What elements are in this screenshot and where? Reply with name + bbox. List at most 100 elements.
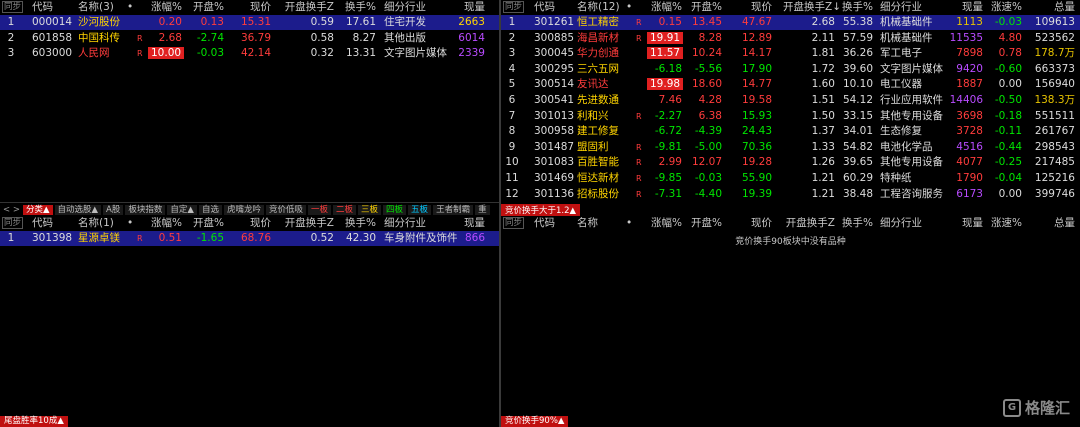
table-row[interactable]: 2 300885 海昌新材 R 19.91 8.28 12.89 2.11 57.59 机械基础件…: [501, 31, 1080, 46]
table-row[interactable]: 3 603000 人民网 R 10.00 -0.03 42.14 0.32 13.31 文字图片媒…: [0, 46, 499, 61]
cell-total: 109613: [1034, 16, 1075, 28]
cell-industry: 其他专用设备: [880, 109, 943, 122]
table-row[interactable]: 1 000014 沙河股份 0.20 0.13 15.31 0.59 17.61 住宅开发 266…: [0, 15, 499, 30]
cell-industry: 机械基础件: [880, 31, 933, 44]
table-row[interactable]: 4 300295 三六五网 -6.18 -5.56 17.90 1.72 39.60 文字图片媒…: [501, 62, 1080, 77]
footer-tab[interactable]: 尾盘胜率10成▲: [0, 416, 68, 427]
tab-item[interactable]: 虎嘴龙吟: [223, 204, 264, 215]
logo-icon: G: [1002, 398, 1021, 417]
column-header[interactable]: 换手%: [839, 216, 873, 231]
column-header[interactable]: 换手%: [338, 216, 376, 231]
r-badge: R: [137, 33, 143, 43]
column-header[interactable]: 名称(12): [577, 0, 620, 15]
tab-item[interactable]: 自动选股▲: [54, 204, 102, 215]
column-header[interactable]: 代码: [534, 216, 555, 231]
column-header[interactable]: 代码: [32, 0, 53, 15]
tab-item[interactable]: 自定▲: [167, 204, 197, 215]
table-row[interactable]: 1 301261 恒工精密 R 0.15 13.45 47.67 2.68 55.38 机械基础件…: [501, 15, 1080, 30]
table-header: 代码 名称 • 涨幅% 开盘% 现价 开盘换手Z 换手% 细分行业 现量 涨速% 总量: [501, 216, 1080, 230]
column-header[interactable]: 涨速%: [987, 0, 1022, 15]
column-header[interactable]: 开盘换手Z↓: [783, 0, 841, 15]
column-header[interactable]: 开盘%: [684, 216, 722, 231]
tab-item[interactable]: 三板: [358, 204, 382, 215]
column-header[interactable]: 开盘换手Z: [280, 216, 334, 231]
column-header[interactable]: 现量: [949, 216, 983, 231]
column-header[interactable]: 现量: [949, 0, 983, 15]
cell-industry: 机械基础件: [880, 16, 933, 28]
column-header[interactable]: 开盘换手Z: [280, 0, 334, 15]
tab-item[interactable]: 自选: [198, 204, 222, 215]
column-header[interactable]: •: [626, 216, 632, 231]
column-header[interactable]: 现量: [455, 0, 485, 15]
table-row[interactable]: 3 300045 华力创通 11.57 10.24 14.17 1.81 36.26 军工电子 7…: [501, 46, 1080, 61]
column-header[interactable]: 换手%: [338, 0, 376, 15]
column-header[interactable]: 代码: [32, 216, 53, 231]
tab-item[interactable]: 一板: [307, 204, 331, 215]
column-header[interactable]: 总量: [1026, 216, 1075, 231]
column-header[interactable]: 涨幅%: [148, 216, 182, 231]
cell-speed: -0.60: [994, 62, 1022, 75]
cell-speed: 0.00: [998, 187, 1022, 200]
column-header[interactable]: 开盘换手Z: [783, 216, 835, 231]
column-header[interactable]: 开盘%: [684, 0, 722, 15]
column-header[interactable]: 涨幅%: [647, 216, 682, 231]
column-header[interactable]: 细分行业: [384, 0, 426, 15]
column-header[interactable]: 细分行业: [880, 0, 922, 15]
cell-name: 沙河股份: [78, 16, 120, 28]
r-badge: R: [636, 111, 642, 121]
table-row[interactable]: 6 300541 先进数通 7.46 4.28 19.58 1.51 54.12 行业应用软件 1…: [501, 93, 1080, 108]
column-header[interactable]: 现价: [228, 216, 271, 231]
cell-open: -0.03: [694, 172, 722, 184]
column-header[interactable]: •: [127, 216, 133, 231]
tab-item[interactable]: A股: [103, 204, 124, 215]
column-header[interactable]: •: [127, 0, 133, 15]
tab-item[interactable]: 五板: [408, 204, 432, 215]
cell-code: 301136: [534, 187, 575, 200]
cell-volume: 7898: [956, 47, 983, 60]
table-row[interactable]: 5 300514 友讯达 19.98 18.60 14.77 1.60 10.10 电工仪器 18…: [501, 77, 1080, 92]
tab-item[interactable]: 王者制霸: [433, 204, 474, 215]
column-header[interactable]: 现价: [726, 0, 772, 15]
column-header[interactable]: 代码: [534, 0, 555, 15]
table-row[interactable]: 11 301469 恒达新材 R -9.85 -0.03 55.90 1.21 60.29 特种纸…: [501, 171, 1080, 186]
tab-item[interactable]: 二板: [333, 204, 357, 215]
column-header[interactable]: 现价: [228, 0, 271, 15]
column-header[interactable]: 细分行业: [880, 216, 922, 231]
column-header[interactable]: 开盘%: [186, 216, 224, 231]
tab-item[interactable]: 竞价低吸: [265, 204, 306, 215]
table-row[interactable]: 7 301013 利和兴 R -2.27 6.38 15.93 1.50 33.15 其他专用设备…: [501, 109, 1080, 124]
column-header[interactable]: 换手%: [839, 0, 873, 15]
column-header[interactable]: 涨幅%: [148, 0, 182, 15]
tab-item[interactable]: 重: [475, 204, 490, 215]
tab-item[interactable]: 板块指数: [125, 204, 166, 215]
column-header[interactable]: 总量: [1026, 0, 1075, 15]
cell-code: 300885: [534, 31, 575, 44]
tab-item[interactable]: 四板: [383, 204, 407, 215]
column-header[interactable]: •: [626, 0, 632, 15]
table-row[interactable]: 9 301487 盟固利 R -9.81 -5.00 70.36 1.33 54.82 电池化学品…: [501, 140, 1080, 155]
cell-chg: 7.46: [658, 94, 682, 106]
column-header[interactable]: 开盘%: [186, 0, 224, 15]
tab-item[interactable]: 分类▲: [22, 204, 53, 215]
cell-industry: 其他专用设备: [880, 156, 943, 169]
column-header[interactable]: 细分行业: [384, 216, 426, 231]
column-header[interactable]: 涨速%: [987, 216, 1022, 231]
footer-tab[interactable]: 竞价换手大于1.2▲: [501, 203, 581, 216]
table-row[interactable]: 2 601858 中国科传 R 2.68 -2.74 36.79 0.58 8.27 其他出版 60…: [0, 31, 499, 46]
column-header[interactable]: 名称: [577, 216, 598, 231]
cell-open: -1.65: [196, 232, 224, 244]
column-header[interactable]: 现量: [455, 216, 485, 231]
table-row[interactable]: 8 300958 建工修复 -6.72 -4.39 24.43 1.37 34.01 生态修复 3…: [501, 124, 1080, 139]
cell-openTurnover: 1.26: [811, 156, 835, 169]
column-header[interactable]: 现价: [726, 216, 772, 231]
cell-code: 301487: [534, 140, 575, 153]
column-header[interactable]: 名称(3): [78, 0, 114, 15]
column-header[interactable]: 涨幅%: [647, 0, 682, 15]
footer-tab[interactable]: 竞价换手90%▲: [501, 416, 569, 427]
cell-openTurnover: 0.32: [310, 47, 334, 60]
table-row[interactable]: 10 301083 百胜智能 R 2.99 12.07 19.28 1.26 39.65 其他专用…: [501, 155, 1080, 170]
nav-arrows[interactable]: < >: [3, 205, 20, 215]
table-row[interactable]: 1 301398 星源卓镁 R 0.51 -1.65 68.76 0.52 42.30 车身附件及…: [0, 231, 499, 246]
table-row[interactable]: 12 301136 招标股份 R -7.31 -4.40 19.39 1.21 38.48 工程咨…: [501, 187, 1080, 202]
column-header[interactable]: 名称(1): [78, 216, 114, 231]
